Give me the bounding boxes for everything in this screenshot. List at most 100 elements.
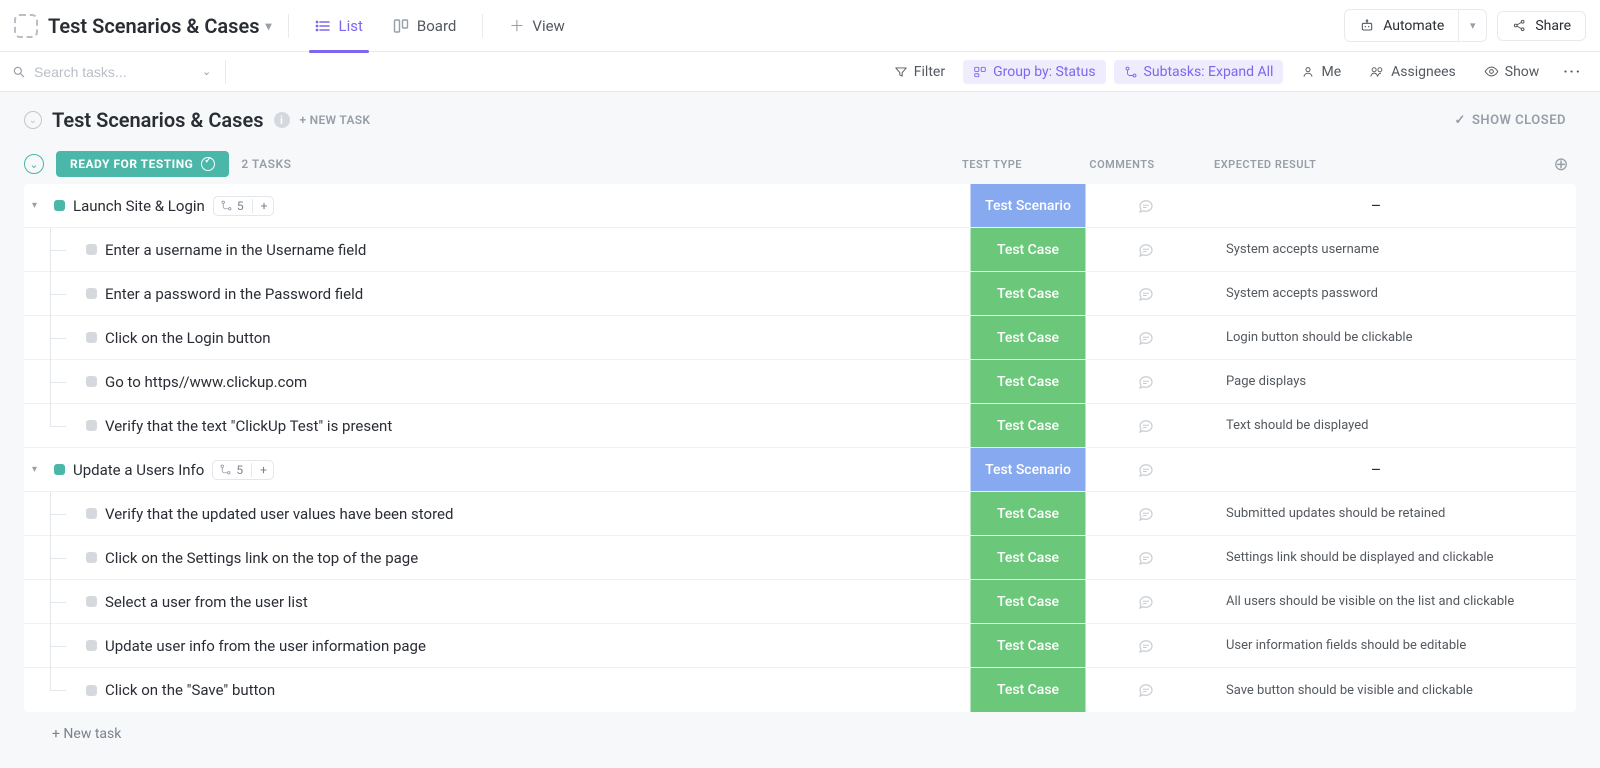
comments-cell[interactable] bbox=[1086, 329, 1206, 347]
show-closed-button[interactable]: ✓ SHOW CLOSED bbox=[1455, 113, 1566, 128]
status-square[interactable] bbox=[86, 552, 97, 563]
new-task-button[interactable]: + NEW TASK bbox=[300, 113, 371, 127]
task-row[interactable]: ▾Update a Users Info5+Test Scenario– bbox=[24, 448, 1576, 492]
expected-result-cell[interactable]: System accepts username bbox=[1206, 242, 1546, 257]
status-square[interactable] bbox=[86, 596, 97, 607]
test-type-cell[interactable]: Test Case bbox=[970, 360, 1086, 403]
subtask-row[interactable]: Verify that the text "ClickUp Test" is p… bbox=[24, 404, 1576, 448]
expected-result-cell[interactable]: Save button should be visible and clicka… bbox=[1206, 683, 1546, 698]
show-button[interactable]: Show bbox=[1474, 60, 1550, 84]
section-collapse-toggle[interactable]: ⌄ bbox=[24, 111, 42, 129]
column-header-result[interactable]: EXPECTED RESULT bbox=[1194, 158, 1534, 171]
assignees-button[interactable]: Assignees bbox=[1359, 60, 1466, 84]
task-name: Go to https//www.clickup.com bbox=[105, 373, 307, 391]
task-row[interactable]: ▾Launch Site & Login5+Test Scenario– bbox=[24, 184, 1576, 228]
expected-result-cell[interactable]: Page displays bbox=[1206, 374, 1546, 389]
test-type-cell[interactable]: Test Case bbox=[970, 272, 1086, 315]
expected-result-cell[interactable]: Login button should be clickable bbox=[1206, 330, 1546, 345]
column-header-comments[interactable]: COMMENTS bbox=[1062, 158, 1182, 171]
test-type-cell[interactable]: Test Case bbox=[970, 404, 1086, 447]
status-square[interactable] bbox=[86, 244, 97, 255]
status-square[interactable] bbox=[86, 332, 97, 343]
subtask-row[interactable]: Click on the "Save" buttonTest CaseSave … bbox=[24, 668, 1576, 712]
test-type-cell[interactable]: Test Case bbox=[970, 668, 1086, 712]
expected-result-cell[interactable]: Submitted updates should be retained bbox=[1206, 506, 1546, 521]
plus-icon[interactable]: + bbox=[260, 463, 267, 477]
status-square[interactable] bbox=[86, 640, 97, 651]
column-header-type[interactable]: TEST TYPE bbox=[934, 158, 1050, 171]
view-tab-list[interactable]: List bbox=[305, 11, 373, 41]
comments-cell[interactable] bbox=[1086, 373, 1206, 391]
chevron-down-icon[interactable]: ⌄ bbox=[202, 65, 211, 78]
subtask-row[interactable]: Update user info from the user informati… bbox=[24, 624, 1576, 668]
expand-toggle[interactable]: ▾ bbox=[32, 200, 46, 211]
subtask-row[interactable]: Click on the Settings link on the top of… bbox=[24, 536, 1576, 580]
subtasks-button[interactable]: Subtasks: Expand All bbox=[1114, 60, 1284, 84]
plus-circle-icon: ⊕ bbox=[1553, 154, 1568, 175]
expected-result-cell[interactable]: – bbox=[1206, 196, 1546, 215]
status-square[interactable] bbox=[54, 464, 65, 475]
me-button[interactable]: Me bbox=[1291, 60, 1351, 84]
view-tab-board[interactable]: Board bbox=[383, 11, 466, 41]
subtask-row[interactable]: Select a user from the user listTest Cas… bbox=[24, 580, 1576, 624]
add-view-button[interactable]: ＋ View bbox=[499, 9, 574, 42]
test-type-cell[interactable]: Test Case bbox=[970, 624, 1086, 667]
status-square[interactable] bbox=[54, 200, 65, 211]
subtask-row[interactable]: Enter a username in the Username fieldTe… bbox=[24, 228, 1576, 272]
comments-cell[interactable] bbox=[1086, 197, 1206, 215]
comments-cell[interactable] bbox=[1086, 241, 1206, 259]
expected-result-cell[interactable]: User information fields should be editab… bbox=[1206, 638, 1546, 653]
expected-result-cell[interactable]: All users should be visible on the list … bbox=[1206, 594, 1546, 609]
comments-cell[interactable] bbox=[1086, 681, 1206, 699]
comments-cell[interactable] bbox=[1086, 593, 1206, 611]
test-type-cell[interactable]: Test Case bbox=[970, 492, 1086, 535]
expected-result-cell[interactable]: Text should be displayed bbox=[1206, 418, 1546, 433]
search-input[interactable] bbox=[34, 64, 194, 80]
comments-cell[interactable] bbox=[1086, 461, 1206, 479]
comments-cell[interactable] bbox=[1086, 505, 1206, 523]
subtask-row[interactable]: Verify that the updated user values have… bbox=[24, 492, 1576, 536]
test-type-cell[interactable]: Test Scenario bbox=[970, 448, 1086, 491]
add-column-button[interactable]: ⊕ bbox=[1546, 154, 1576, 175]
status-square[interactable] bbox=[86, 508, 97, 519]
subtask-row[interactable]: Click on the Login buttonTest CaseLogin … bbox=[24, 316, 1576, 360]
status-square[interactable] bbox=[86, 288, 97, 299]
info-icon[interactable]: i bbox=[274, 112, 290, 128]
list-title: Test Scenarios & Cases bbox=[48, 14, 260, 38]
section-header: ⌄ Test Scenarios & Cases i + NEW TASK ✓ … bbox=[0, 92, 1600, 144]
group-by-button[interactable]: Group by: Status bbox=[963, 60, 1105, 84]
share-button[interactable]: Share bbox=[1497, 11, 1586, 41]
comments-cell[interactable] bbox=[1086, 417, 1206, 435]
automate-button[interactable]: Automate bbox=[1344, 9, 1459, 42]
expected-result-cell[interactable]: Settings link should be displayed and cl… bbox=[1206, 550, 1546, 565]
status-square[interactable] bbox=[86, 685, 97, 696]
subtask-row[interactable]: Enter a password in the Password fieldTe… bbox=[24, 272, 1576, 316]
status-square[interactable] bbox=[86, 420, 97, 431]
test-type-cell[interactable]: Test Case bbox=[970, 580, 1086, 623]
subtask-count-badge[interactable]: 5+ bbox=[213, 196, 275, 216]
expected-result-cell[interactable]: – bbox=[1206, 460, 1546, 479]
new-task-footer[interactable]: + New task bbox=[24, 712, 1576, 756]
list-title-dropdown[interactable]: Test Scenarios & Cases ▾ bbox=[48, 14, 272, 38]
subtask-row[interactable]: Go to https//www.clickup.com Test Case Pag… bbox=[24, 360, 1576, 404]
plus-icon[interactable]: + bbox=[261, 199, 268, 213]
more-menu[interactable]: ··· bbox=[1557, 60, 1588, 84]
test-type-cell[interactable]: Test Case bbox=[970, 316, 1086, 359]
automate-dropdown[interactable]: ▾ bbox=[1459, 9, 1487, 42]
subtask-count-badge[interactable]: 5+ bbox=[212, 460, 274, 480]
comments-cell[interactable] bbox=[1086, 637, 1206, 655]
expand-toggle[interactable]: ▾ bbox=[32, 464, 46, 475]
search-wrap[interactable]: ⌄ bbox=[12, 64, 211, 80]
chevron-down-icon: ⌄ bbox=[29, 158, 38, 171]
comments-cell[interactable] bbox=[1086, 549, 1206, 567]
group-collapse-toggle[interactable]: ⌄ bbox=[24, 154, 44, 174]
test-type-cell[interactable]: Test Scenario bbox=[970, 184, 1086, 227]
status-pill[interactable]: READY FOR TESTING bbox=[56, 151, 229, 177]
filter-button[interactable]: Filter bbox=[884, 60, 955, 84]
comment-icon bbox=[1137, 549, 1155, 567]
status-square[interactable] bbox=[86, 376, 97, 387]
test-type-cell[interactable]: Test Case bbox=[970, 536, 1086, 579]
test-type-cell[interactable]: Test Case bbox=[970, 228, 1086, 271]
expected-result-cell[interactable]: System accepts password bbox=[1206, 286, 1546, 301]
comments-cell[interactable] bbox=[1086, 285, 1206, 303]
